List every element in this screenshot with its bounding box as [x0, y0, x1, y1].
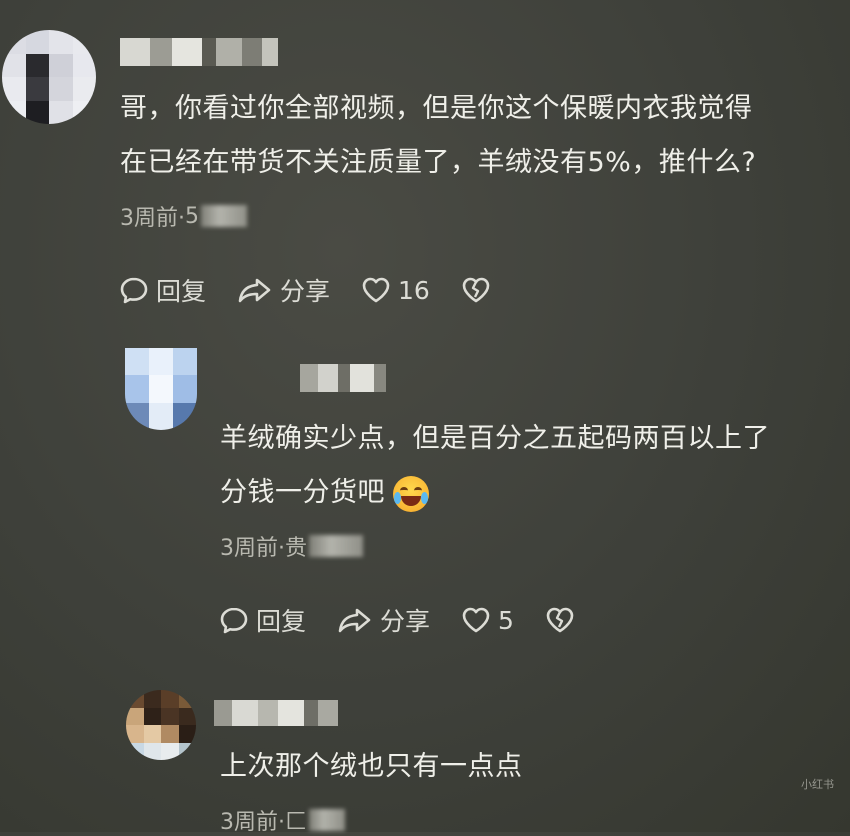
broken-heart-icon [546, 607, 574, 633]
comment-meta: 3周前· 贵 [220, 530, 364, 562]
comment-text-line: 上次那个绒也只有一点点 [220, 751, 523, 782]
heart-icon [462, 607, 490, 633]
comment-meta: 3周前· 匚 [220, 804, 346, 836]
like-count: 16 [398, 275, 430, 305]
share-label: 分享 [280, 277, 331, 306]
avatar[interactable] [2, 30, 96, 124]
share-button[interactable]: 分享 [236, 272, 330, 308]
username-redacted[interactable] [214, 700, 338, 726]
comment-bubble-icon [220, 607, 248, 634]
username-redacted[interactable] [120, 38, 278, 66]
location: 5 [185, 203, 199, 229]
timestamp: 3周前· [120, 206, 185, 231]
timestamp: 3周前· [220, 536, 285, 561]
comment-meta: 3周前· 5 [120, 200, 247, 232]
like-button[interactable]: 5 [460, 604, 514, 636]
reply-button[interactable]: 回复 [218, 602, 306, 638]
share-label: 分享 [380, 607, 431, 636]
share-arrow-icon [338, 608, 371, 633]
avatar[interactable] [126, 690, 196, 760]
comment-text-line: 羊绒确实少点，但是百分之五起码两百以上了 [220, 423, 770, 454]
comment-text-line: 哥，你看过你全部视频，但是你这个保暖内衣我觉得 [120, 93, 753, 124]
avatar[interactable] [125, 348, 197, 430]
location: 贵 [285, 536, 308, 561]
location: 匚 [285, 810, 308, 835]
share-arrow-icon [238, 278, 271, 303]
joy-tears-emoji [393, 475, 429, 512]
comment-actions: 回复 分享 16 [118, 272, 528, 308]
reply-label: 回复 [256, 607, 307, 636]
broken-heart-icon [462, 277, 490, 303]
reply-button[interactable]: 回复 [118, 272, 206, 308]
like-button[interactable]: 16 [360, 274, 430, 306]
share-button[interactable]: 分享 [336, 602, 430, 638]
dislike-button[interactable] [460, 274, 498, 306]
like-count: 5 [498, 605, 514, 635]
heart-icon [362, 277, 390, 303]
comment-bubble-icon [120, 277, 148, 304]
comment-text-line: 在已经在带货不关注质量了，羊绒没有5%，推什么? [120, 147, 757, 178]
comment-actions: 回复 分享 5 [218, 602, 612, 638]
reply-label: 回复 [156, 277, 207, 306]
dislike-button[interactable] [544, 604, 582, 636]
username-redacted[interactable] [300, 364, 386, 392]
comment-text-line: 分钱一分货吧 [220, 470, 429, 516]
timestamp: 3周前· [220, 810, 285, 835]
watermark: 小红书 [801, 778, 834, 791]
